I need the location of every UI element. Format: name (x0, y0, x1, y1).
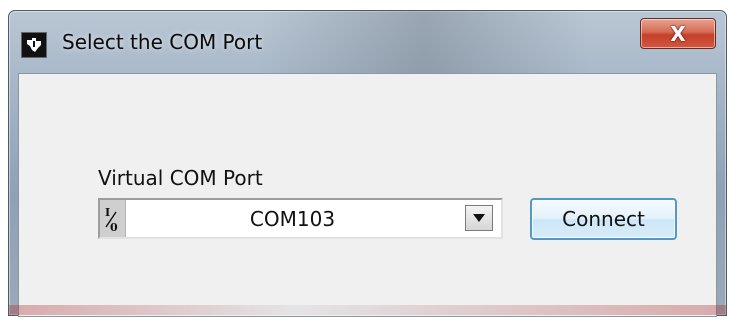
close-button[interactable]: X (640, 18, 716, 49)
svg-text:0: 0 (110, 221, 118, 234)
window-title: Select the COM Port (62, 30, 263, 54)
dropdown-button[interactable] (465, 205, 493, 231)
title-bar-glare (259, 11, 589, 73)
com-port-select[interactable]: I 0 COM103 (98, 198, 503, 239)
chevron-down-icon (473, 214, 485, 222)
dialog-window: Select the COM Port X Virtual COM Port I… (8, 10, 727, 317)
port-label: Virtual COM Port (98, 166, 263, 190)
dialog-body: Virtual COM Port I 0 COM103 Connect (18, 73, 717, 317)
ti-logo-icon (21, 32, 47, 58)
title-bar[interactable]: Select the COM Port X (9, 11, 726, 73)
com-port-value: COM103 (249, 206, 336, 231)
io-icon: I 0 (100, 200, 126, 237)
window-bottom-border (9, 305, 726, 315)
svg-text:I: I (105, 206, 110, 219)
close-icon: X (670, 21, 686, 46)
connect-button[interactable]: Connect (530, 198, 677, 240)
